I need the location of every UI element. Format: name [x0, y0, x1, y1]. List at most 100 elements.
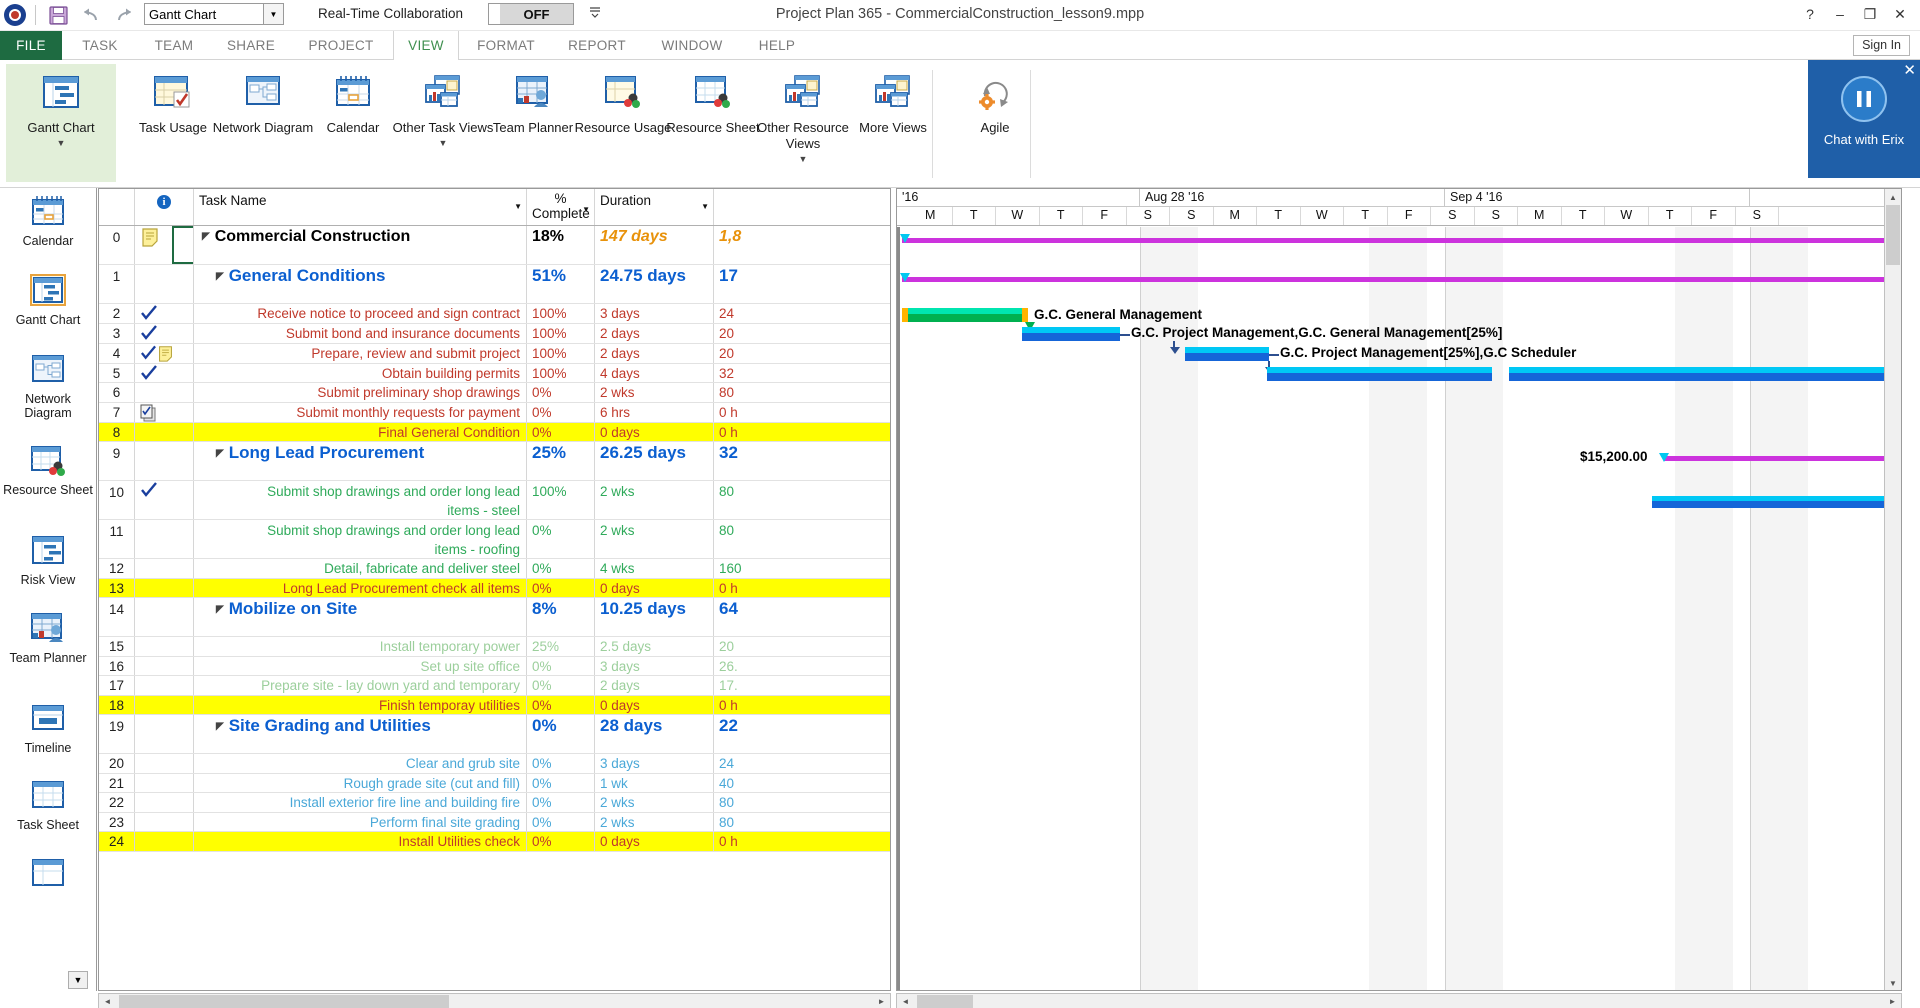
cell-work[interactable]: 0 h: [714, 423, 891, 441]
scroll-down-arrow[interactable]: ▼: [1886, 976, 1900, 991]
table-row[interactable]: 4Prepare, review and submit project100%2…: [99, 344, 891, 364]
cell-indicator[interactable]: [135, 324, 194, 343]
cell-percent-complete[interactable]: 18%: [527, 226, 595, 264]
cell-percent-complete[interactable]: 0%: [527, 754, 595, 773]
cell-work[interactable]: 0 h: [714, 403, 891, 422]
gantt-task-bar[interactable]: [1185, 347, 1269, 361]
cell-work[interactable]: 80: [714, 383, 891, 402]
cell-duration[interactable]: 147 days: [595, 226, 714, 264]
cell-work[interactable]: 0 h: [714, 696, 891, 714]
cell-indicator[interactable]: [135, 832, 194, 851]
header-task-name[interactable]: Task Name ▼: [194, 189, 527, 225]
cell-duration[interactable]: 26.25 days: [595, 442, 714, 480]
table-row[interactable]: 7Submit monthly requests for payment0%6 …: [99, 403, 891, 423]
cell-percent-complete[interactable]: 100%: [527, 304, 595, 323]
cell-percent-complete[interactable]: 0%: [527, 774, 595, 792]
cell-work[interactable]: 20: [714, 324, 891, 343]
table-row[interactable]: 12Detail, fabricate and deliver steel0%4…: [99, 559, 891, 579]
table-row[interactable]: 21Rough grade site (cut and fill)0%1 wk4…: [99, 774, 891, 793]
table-row[interactable]: 0◤Commercial Construction18%147 days1,8: [99, 226, 891, 265]
tab-team[interactable]: TEAM: [140, 31, 208, 60]
cell-percent-complete[interactable]: 25%: [527, 442, 595, 480]
cell-indicator[interactable]: [135, 442, 194, 480]
cell-percent-complete[interactable]: 0%: [527, 813, 595, 831]
cell-percent-complete[interactable]: 0%: [527, 520, 595, 558]
cell-duration[interactable]: 0 days: [595, 423, 714, 441]
cell-work[interactable]: 0 h: [714, 579, 891, 597]
table-row[interactable]: 15Install temporary power25%2.5 days20: [99, 637, 891, 657]
ribbon-agile[interactable]: Agile: [940, 64, 1050, 182]
chevron-down-icon[interactable]: ▼: [799, 154, 808, 164]
cell-indicator[interactable]: [135, 520, 194, 558]
cell-indicator[interactable]: [135, 344, 194, 363]
cell-task-name[interactable]: Prepare site - lay down yard and tempora…: [194, 676, 527, 695]
tab-view[interactable]: VIEW: [393, 31, 459, 61]
gantt-task-bar[interactable]: [902, 308, 1028, 322]
cell-work[interactable]: 1,8: [714, 226, 891, 264]
cell-task-name[interactable]: Submit shop drawings and order long lead…: [194, 520, 527, 558]
cell-work[interactable]: 64: [714, 598, 891, 636]
minimize-button[interactable]: –: [1826, 2, 1854, 26]
gantt-task-bar[interactable]: [1022, 327, 1120, 341]
cell-duration[interactable]: 3 days: [595, 304, 714, 323]
scroll-left-arrow[interactable]: ◄: [100, 995, 115, 1008]
cell-task-name[interactable]: ◤Site Grading and Utilities: [194, 715, 527, 753]
viewbar-item-team-planner[interactable]: Team Planner: [0, 611, 96, 665]
cell-percent-complete[interactable]: 0%: [527, 715, 595, 753]
viewbar-item-timeline[interactable]: Timeline: [0, 701, 96, 755]
cell-percent-complete[interactable]: 0%: [527, 403, 595, 422]
cell-work[interactable]: 80: [714, 793, 891, 812]
cell-indicator[interactable]: [135, 793, 194, 812]
table-row[interactable]: 11Submit shop drawings and order long le…: [99, 520, 891, 559]
cell-work[interactable]: 24: [714, 754, 891, 773]
cell-indicator[interactable]: [135, 715, 194, 753]
cell-task-name[interactable]: Submit shop drawings and order long lead…: [194, 481, 527, 519]
table-row[interactable]: 8Final General Condition0%0 days0 h: [99, 423, 891, 442]
cell-indicator[interactable]: [135, 696, 194, 714]
cell-task-name[interactable]: Submit preliminary shop drawings: [194, 383, 527, 402]
header-id[interactable]: [99, 189, 135, 225]
cell-indicator[interactable]: [135, 774, 194, 792]
gantt-summary-bar[interactable]: [1664, 456, 1886, 461]
cell-percent-complete[interactable]: 0%: [527, 696, 595, 714]
cell-indicator[interactable]: [135, 754, 194, 773]
cell-indicator[interactable]: [135, 481, 194, 519]
gantt-summary-bar[interactable]: [902, 277, 1886, 282]
tab-window[interactable]: WINDOW: [644, 31, 740, 60]
viewbar-item-resource-sheet[interactable]: Resource Sheet: [0, 443, 96, 497]
cell-task-name[interactable]: Submit bond and insurance documents: [194, 324, 527, 343]
chevron-down-icon[interactable]: ▼: [57, 138, 66, 148]
scroll-up-arrow[interactable]: ▲: [1886, 190, 1900, 205]
cell-duration[interactable]: 10.25 days: [595, 598, 714, 636]
chevron-down-icon[interactable]: ▼: [514, 202, 522, 211]
cell-duration[interactable]: 2 wks: [595, 383, 714, 402]
ribbon-gantt-chart[interactable]: Gantt Chart ▼: [6, 64, 116, 182]
cell-task-name[interactable]: ◤General Conditions: [194, 265, 527, 303]
cell-duration[interactable]: 28 days: [595, 715, 714, 753]
table-row[interactable]: 22Install exterior fire line and buildin…: [99, 793, 891, 813]
tab-help[interactable]: HELP: [744, 31, 810, 60]
gantt-task-bar[interactable]: [1267, 367, 1492, 381]
cell-duration[interactable]: 1 wk: [595, 774, 714, 792]
help-button[interactable]: ?: [1796, 2, 1824, 26]
tab-file[interactable]: FILE: [0, 31, 62, 60]
cell-duration[interactable]: 2 days: [595, 676, 714, 695]
cell-percent-complete[interactable]: 100%: [527, 481, 595, 519]
cell-task-name[interactable]: Install Utilities check: [194, 832, 527, 851]
viewbar-item-calendar[interactable]: Calendar: [0, 194, 96, 248]
cell-task-name[interactable]: Set up site office: [194, 657, 527, 675]
cell-indicator[interactable]: [135, 598, 194, 636]
viewbar-scroll-down[interactable]: ▼: [68, 971, 88, 989]
chevron-down-icon[interactable]: ▼: [701, 202, 709, 211]
viewbar-item-network-diagram[interactable]: Network Diagram: [0, 352, 96, 420]
cell-indicator[interactable]: [135, 423, 194, 441]
sign-in-button[interactable]: Sign In: [1853, 35, 1910, 56]
header-work[interactable]: [714, 189, 891, 225]
gantt-body[interactable]: G.C. General ManagementG.C. Project Mana…: [897, 227, 1902, 991]
table-row[interactable]: 16Set up site office0%3 days26.: [99, 657, 891, 676]
cell-task-name[interactable]: Receive notice to proceed and sign contr…: [194, 304, 527, 323]
cell-indicator[interactable]: [135, 579, 194, 597]
cell-task-name[interactable]: Submit monthly requests for payment: [194, 403, 527, 422]
table-row[interactable]: 24Install Utilities check0%0 days0 h: [99, 832, 891, 852]
cell-percent-complete[interactable]: 0%: [527, 383, 595, 402]
